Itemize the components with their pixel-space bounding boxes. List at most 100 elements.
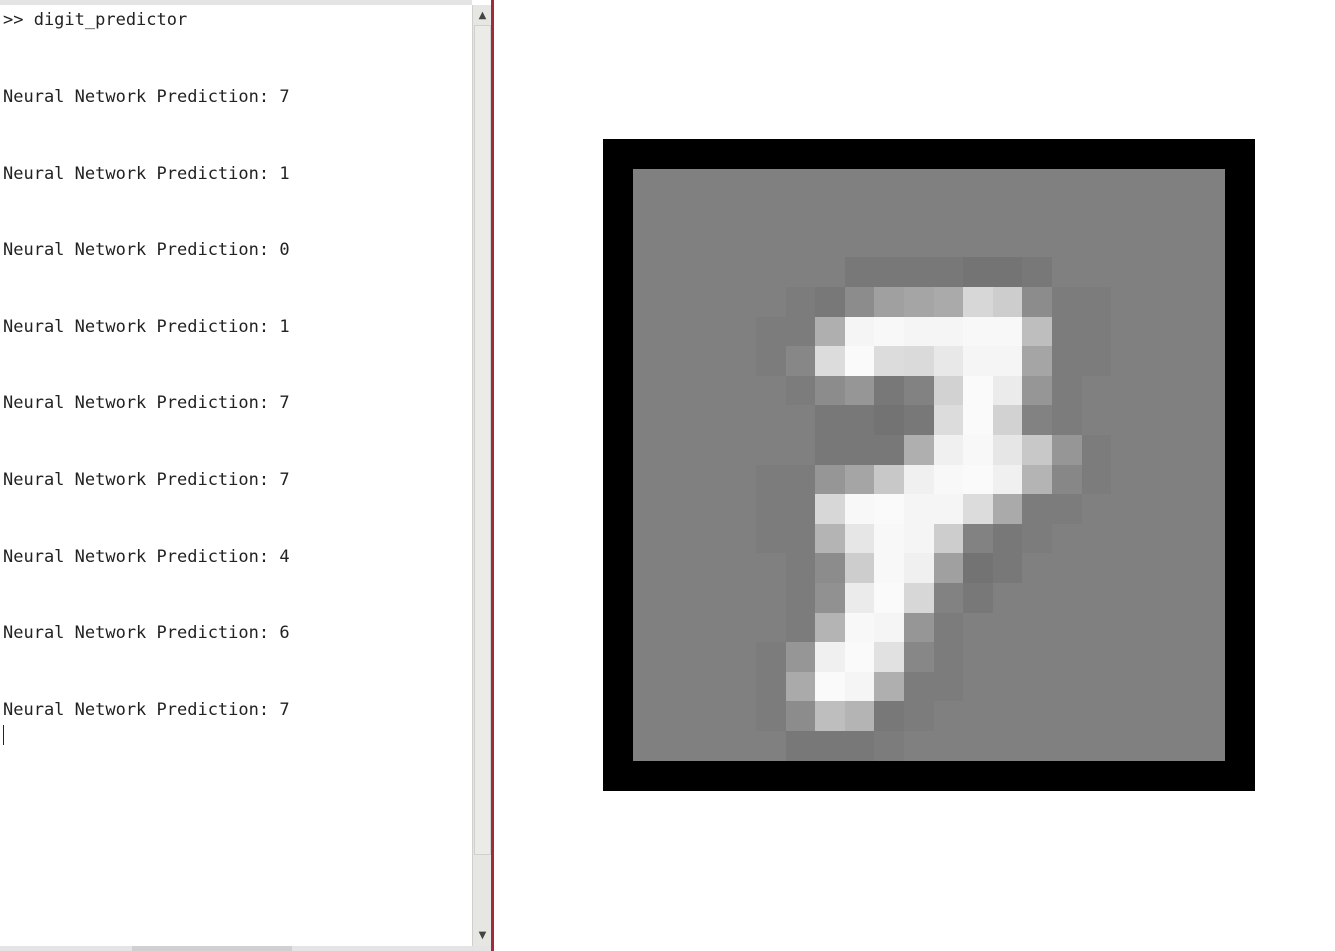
digit-pixel	[1022, 287, 1052, 317]
digit-pixel	[993, 494, 1022, 524]
digit-pixel	[1022, 405, 1052, 435]
digit-pixel	[845, 346, 874, 376]
digit-pixel	[786, 494, 815, 524]
digit-pixel	[963, 257, 993, 287]
prediction-line: Neural Network Prediction: 7	[3, 393, 290, 413]
digit-pixel	[1022, 524, 1052, 553]
prediction-line: Neural Network Prediction: 7	[3, 470, 290, 490]
digit-pixel	[845, 672, 874, 701]
digit-pixel	[815, 405, 845, 435]
digit-pixel	[1082, 287, 1111, 317]
digit-pixel	[756, 524, 786, 553]
digit-pixel	[1022, 376, 1052, 405]
prediction-line: Neural Network Prediction: 1	[3, 164, 290, 184]
digit-pixel	[845, 257, 874, 287]
digit-pixel	[963, 376, 993, 405]
digit-pixel	[1082, 317, 1111, 346]
digit-pixel	[1022, 494, 1052, 524]
digit-pixel	[756, 346, 786, 376]
digit-pixel	[934, 346, 963, 376]
digit-pixel	[1052, 435, 1082, 465]
digit-pixel	[934, 317, 963, 346]
digit-pixel	[963, 494, 993, 524]
digit-pixel	[934, 613, 963, 642]
digit-pixel	[934, 494, 963, 524]
digit-pixel	[993, 405, 1022, 435]
digit-pixel	[874, 553, 904, 583]
scrollbar-thumb[interactable]	[474, 25, 491, 855]
digit-pixel	[1022, 465, 1052, 494]
digit-pixel	[815, 553, 845, 583]
digit-pixel	[934, 583, 963, 613]
digit-image	[633, 169, 1225, 761]
digit-pixel	[756, 701, 786, 731]
digit-pixel	[845, 701, 874, 731]
prediction-line: Neural Network Prediction: 4	[3, 547, 290, 567]
prediction-line: Neural Network Prediction: 7	[3, 87, 290, 107]
digit-pixel	[1052, 465, 1082, 494]
horizontal-scrollbar[interactable]	[0, 946, 491, 951]
digit-pixel	[874, 257, 904, 287]
digit-pixel	[786, 287, 815, 317]
digit-pixel	[815, 642, 845, 672]
digit-pixel	[815, 524, 845, 553]
digit-pixel	[815, 731, 845, 761]
digit-pixel	[845, 435, 874, 465]
command-window[interactable]: >> digit_predictor Neural Network Predic…	[0, 0, 472, 951]
digit-pixel	[904, 553, 934, 583]
digit-pixel	[904, 524, 934, 553]
digit-pixel	[934, 553, 963, 583]
digit-pixel	[934, 672, 963, 701]
digit-image-frame	[603, 139, 1255, 791]
digit-pixel	[845, 287, 874, 317]
digit-pixel	[845, 405, 874, 435]
digit-pixel	[934, 287, 963, 317]
digit-pixel	[845, 494, 874, 524]
digit-pixel	[874, 465, 904, 494]
digit-pixel	[815, 494, 845, 524]
digit-pixel	[963, 435, 993, 465]
digit-pixel	[904, 465, 934, 494]
vertical-scrollbar[interactable]: ▲ ▼	[472, 5, 492, 946]
digit-pixel	[993, 435, 1022, 465]
digit-pixel	[904, 405, 934, 435]
digit-pixel	[874, 405, 904, 435]
digit-pixel	[993, 317, 1022, 346]
digit-pixel	[756, 642, 786, 672]
digit-pixel	[815, 317, 845, 346]
digit-pixel	[904, 672, 934, 701]
digit-pixel	[756, 672, 786, 701]
digit-pixel	[993, 524, 1022, 553]
digit-pixel	[993, 257, 1022, 287]
digit-pixel	[993, 553, 1022, 583]
digit-pixel	[934, 524, 963, 553]
digit-pixel	[963, 405, 993, 435]
scroll-up-arrow-icon[interactable]: ▲	[473, 7, 492, 24]
digit-pixel	[934, 405, 963, 435]
horizontal-scrollbar-thumb[interactable]	[132, 946, 292, 951]
digit-pixel	[1082, 346, 1111, 376]
digit-pixel	[1052, 405, 1082, 435]
digit-pixel	[963, 583, 993, 613]
digit-pixel	[934, 642, 963, 672]
digit-pixel	[874, 672, 904, 701]
digit-pixel	[786, 524, 815, 553]
digit-pixel	[874, 494, 904, 524]
digit-pixel	[904, 435, 934, 465]
digit-pixel	[1022, 435, 1052, 465]
command-prompt-line: >> digit_predictor	[3, 10, 188, 30]
digit-pixel	[963, 524, 993, 553]
digit-pixel	[786, 583, 815, 613]
digit-pixel	[786, 465, 815, 494]
digit-pixel	[1052, 317, 1082, 346]
digit-pixel	[904, 494, 934, 524]
digit-pixel	[1052, 494, 1082, 524]
digit-pixel	[934, 376, 963, 405]
digit-pixel	[993, 287, 1022, 317]
scroll-down-arrow-icon[interactable]: ▼	[473, 927, 492, 944]
digit-pixel	[815, 435, 845, 465]
digit-pixel	[786, 701, 815, 731]
digit-pixel	[963, 317, 993, 346]
digit-pixel	[993, 376, 1022, 405]
digit-pixel	[1082, 435, 1111, 465]
